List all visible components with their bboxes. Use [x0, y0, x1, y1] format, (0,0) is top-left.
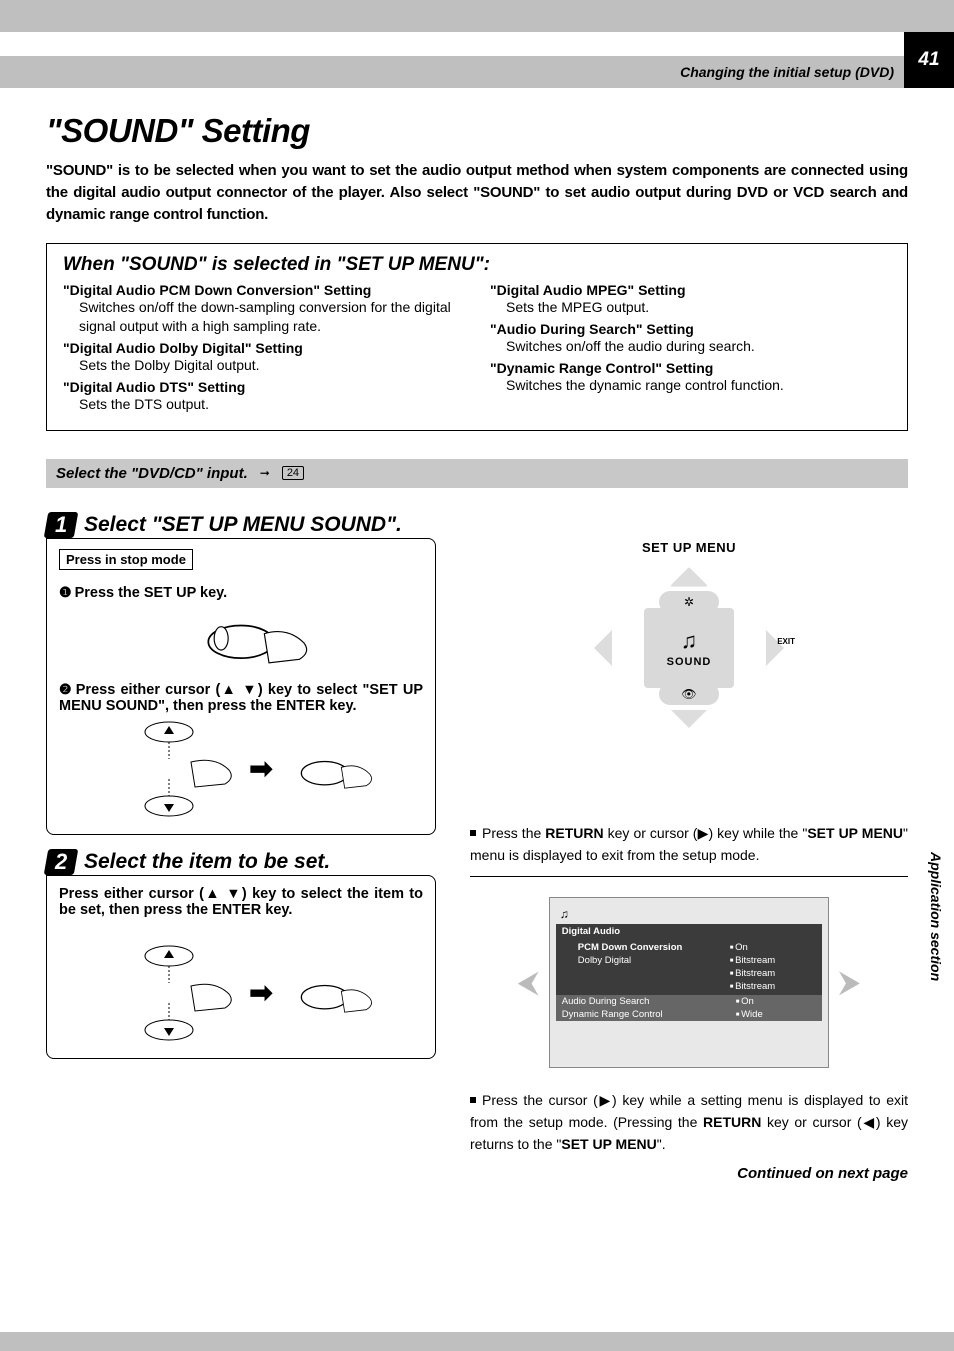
- setup-menu-title: SET UP MENU: [579, 540, 799, 555]
- exit-label: EXIT: [777, 637, 795, 646]
- setting-item: "Digital Audio PCM Down Conversion" Sett…: [63, 282, 464, 336]
- step-2-number: 2: [44, 849, 79, 875]
- arrow-right-icon: ➡: [249, 976, 272, 1009]
- dpad-right-icon: [766, 630, 784, 666]
- step-1-panel: Press in stop mode ❶Press the SET UP key…: [46, 538, 436, 835]
- eye-tab-icon: 👁: [659, 683, 719, 705]
- step-2-panel: Press either cursor (▲ ▼) key to select …: [46, 875, 436, 1059]
- sound-settings-panel: ♫ Digital Audio PCM Down ConversionOnDol…: [549, 897, 829, 1068]
- graybar-text: Select the "DVD/CD" input.: [56, 465, 248, 482]
- side-section-label: Application section: [928, 852, 944, 981]
- settings-col-right: "Digital Audio MPEG" SettingSets the MPE…: [490, 282, 891, 418]
- nav-left-arrow-icon: ⮜: [517, 966, 538, 1000]
- setting-desc: Switches on/off the audio during search.: [506, 337, 891, 356]
- dynamic-range-row: Dynamic Range Control Wide: [556, 1008, 822, 1021]
- music-note-icon: ♫: [681, 628, 698, 654]
- substep-1: ❶Press the SET UP key.: [59, 584, 423, 601]
- page-ref-box: 24: [282, 466, 304, 480]
- page-number: 41: [918, 49, 939, 71]
- section-header-band: Changing the initial setup (DVD): [0, 56, 904, 88]
- input-select-bar: Select the "DVD/CD" input. ➞ 24: [46, 459, 908, 488]
- music-header-icon: ♫: [556, 904, 822, 924]
- panel-row-label: [568, 968, 730, 979]
- step-2-body: Press either cursor (▲ ▼) key to select …: [59, 886, 423, 918]
- ref-arrow-icon: ➞: [260, 466, 270, 480]
- panel-row-label: [568, 981, 730, 992]
- setting-title: "Digital Audio DTS" Setting: [63, 379, 464, 395]
- overview-heading: When "SOUND" is selected in "SET UP MENU…: [63, 254, 891, 276]
- hand-cursor-illustration-1: ➡: [59, 714, 423, 824]
- setting-title: "Digital Audio MPEG" Setting: [490, 282, 891, 298]
- step-1-title: Select "SET UP MENU SOUND".: [84, 513, 402, 537]
- setting-title: "Audio During Search" Setting: [490, 321, 891, 337]
- nav-right-arrow-icon: ⮞: [839, 966, 861, 1000]
- dpad-down-icon: [671, 710, 707, 728]
- sound-menu-screenshot: ⮜ ♫ Digital Audio PCM Down ConversionOnD…: [470, 897, 908, 1068]
- setting-desc: Sets the DTS output.: [79, 395, 464, 414]
- panel-row-value: Bitstream: [730, 955, 810, 966]
- left-column: 1 Select "SET UP MENU SOUND". Press in s…: [46, 500, 436, 1182]
- setting-desc: Sets the MPEG output.: [506, 298, 891, 317]
- settings-overview-box: When "SOUND" is selected in "SET UP MENU…: [46, 243, 908, 431]
- setting-item: "Digital Audio MPEG" SettingSets the MPE…: [490, 282, 891, 317]
- note-return-exit: Press the RETURN key or cursor (▶) key w…: [470, 823, 908, 866]
- right-column: SET UP MENU ✲ ♫ SOUND 👁 EXIT: [470, 500, 908, 1182]
- settings-col-left: "Digital Audio PCM Down Conversion" Sett…: [63, 282, 464, 418]
- section-header-title: Changing the initial setup (DVD): [680, 64, 894, 80]
- digital-audio-rows: PCM Down ConversionOnDolby DigitalBitstr…: [556, 939, 822, 995]
- audio-search-row: Audio During Search On: [556, 995, 822, 1008]
- dpad-left-icon: [594, 630, 612, 666]
- page-content: "SOUND" Setting "SOUND" is to be selecte…: [46, 112, 908, 1182]
- hand-cursor-illustration-2: ➡: [59, 938, 423, 1048]
- setting-desc: Switches on/off the down-sampling conver…: [79, 298, 464, 336]
- center-label: SOUND: [667, 656, 712, 668]
- panel-row-value: On: [730, 942, 810, 953]
- setting-item: "Digital Audio Dolby Digital" SettingSet…: [63, 340, 464, 375]
- panel-row: Bitstream: [562, 967, 816, 980]
- bullet-icon: [470, 830, 476, 836]
- intro-paragraph: "SOUND" is to be selected when you want …: [46, 160, 908, 225]
- setting-item: "Dynamic Range Control" SettingSwitches …: [490, 360, 891, 395]
- dpad-diagram: ✲ ♫ SOUND 👁 EXIT: [589, 563, 789, 733]
- group-header: Digital Audio: [556, 924, 822, 939]
- setting-desc: Switches the dynamic range control funct…: [506, 376, 891, 395]
- note-cursor-exit: Press the cursor (▶) key while a setting…: [470, 1090, 908, 1155]
- arrow-right-icon: ➡: [249, 752, 272, 785]
- panel-row-label: PCM Down Conversion: [568, 942, 730, 953]
- dpad-up-icon: [671, 568, 707, 586]
- panel-row-value: Bitstream: [730, 981, 810, 992]
- page-number-tab: 41: [904, 32, 954, 88]
- setting-item: "Digital Audio DTS" SettingSets the DTS …: [63, 379, 464, 414]
- section-divider: [470, 876, 908, 877]
- setting-title: "Digital Audio Dolby Digital" Setting: [63, 340, 464, 356]
- step-2-header: 2 Select the item to be set.: [46, 849, 436, 875]
- step-2-title: Select the item to be set.: [84, 850, 330, 874]
- setting-desc: Sets the Dolby Digital output.: [79, 356, 464, 375]
- step-1-number: 1: [44, 512, 79, 538]
- panel-row: PCM Down ConversionOn: [562, 941, 816, 954]
- main-title: "SOUND" Setting: [46, 112, 908, 150]
- step-1-header: 1 Select "SET UP MENU SOUND".: [46, 512, 436, 538]
- substep-2: ❷Press either cursor (▲ ▼) key to select…: [59, 681, 423, 714]
- setup-menu-diagram: SET UP MENU ✲ ♫ SOUND 👁 EXIT: [579, 540, 799, 733]
- panel-row: Bitstream: [562, 980, 816, 993]
- setting-title: "Digital Audio PCM Down Conversion" Sett…: [63, 282, 464, 298]
- panel-row-value: Bitstream: [730, 968, 810, 979]
- hand-press-illustration-1: [59, 601, 423, 671]
- setting-title: "Dynamic Range Control" Setting: [490, 360, 891, 376]
- panel-row: Dolby DigitalBitstream: [562, 954, 816, 967]
- bullet-icon: [470, 1097, 476, 1103]
- dpad-center: ♫ SOUND: [644, 608, 734, 688]
- panel-row-label: Dolby Digital: [568, 955, 730, 966]
- setting-item: "Audio During Search" SettingSwitches on…: [490, 321, 891, 356]
- press-in-stop-box: Press in stop mode: [59, 549, 193, 570]
- manual-page: 41 Changing the initial setup (DVD) "SOU…: [0, 32, 954, 1332]
- continued-footer: Continued on next page: [470, 1165, 908, 1182]
